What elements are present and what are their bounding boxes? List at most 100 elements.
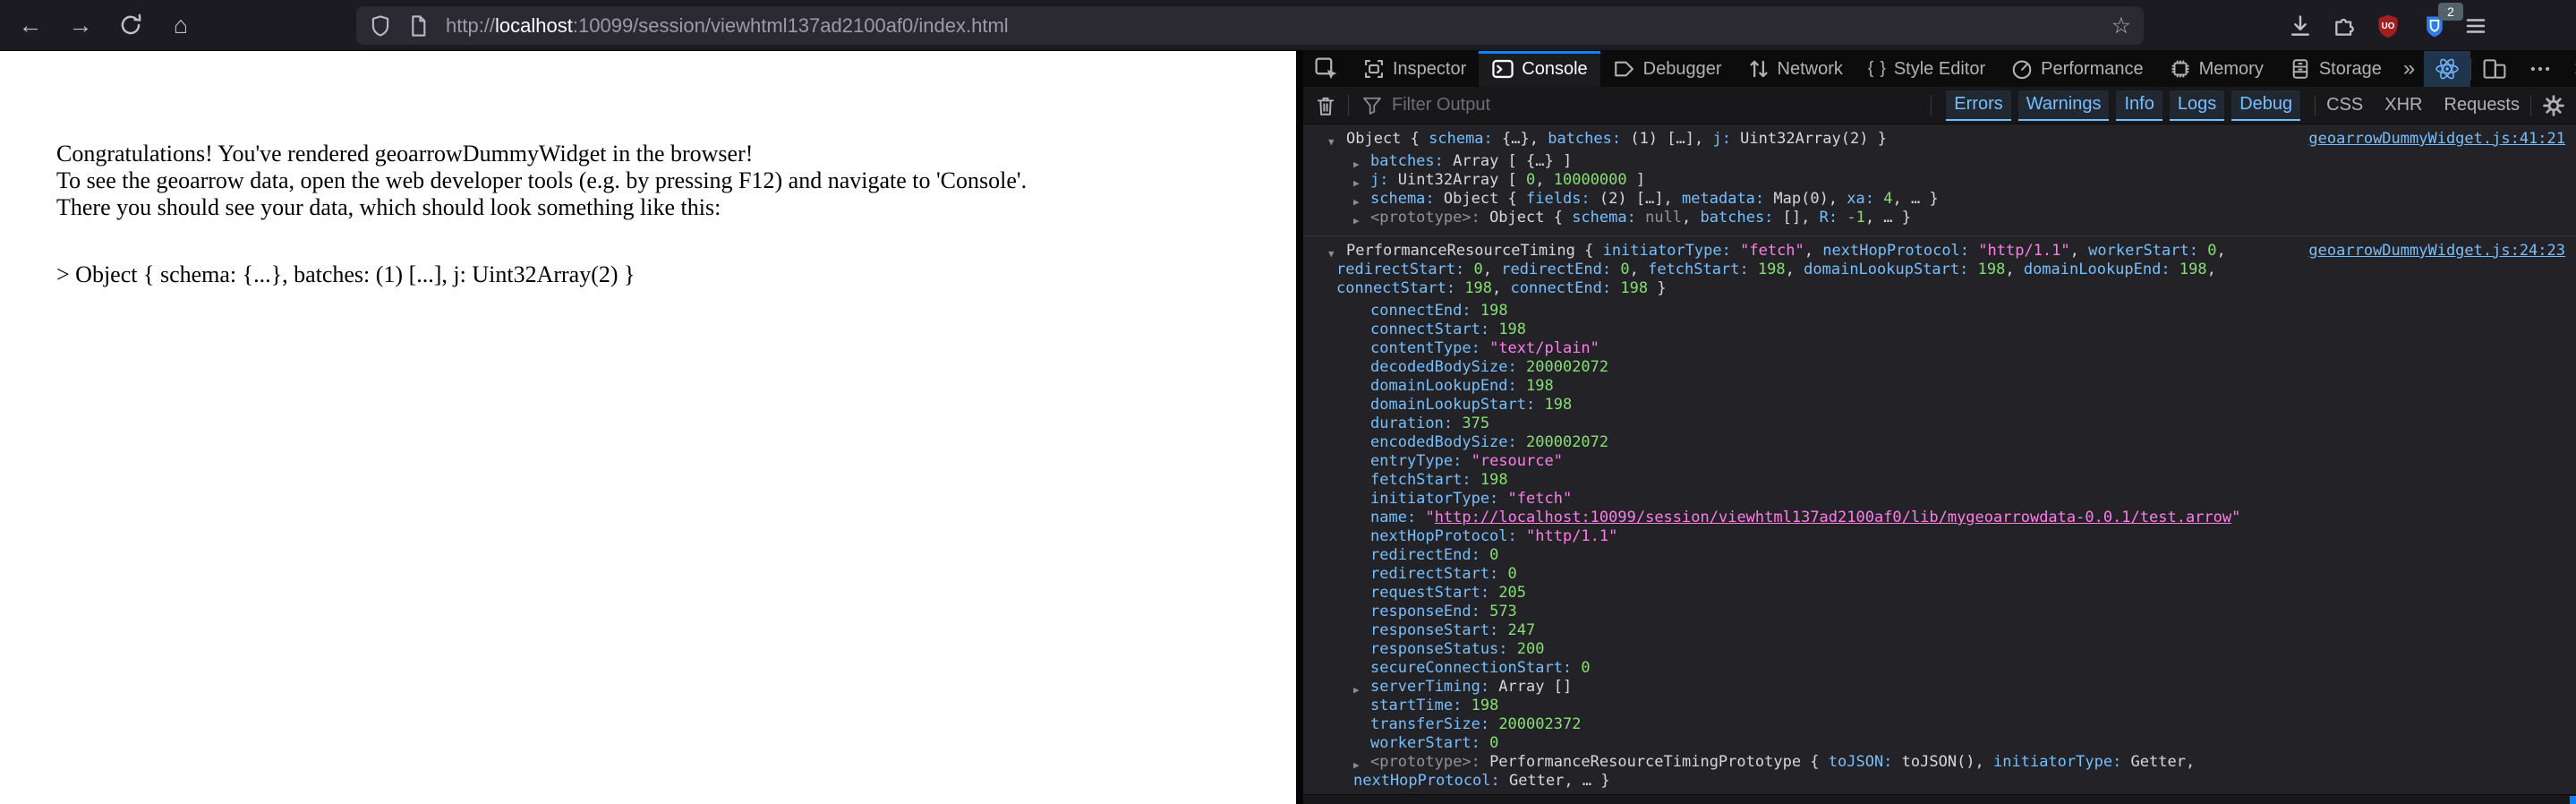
filter-warnings[interactable]: Warnings	[2017, 90, 2110, 121]
console-text: 198	[1620, 279, 1649, 297]
console-text: ,	[2216, 242, 2226, 260]
devtools-options-button[interactable]	[2518, 51, 2563, 87]
shield-icon[interactable]	[369, 14, 392, 38]
console-text: ,	[1804, 242, 1823, 260]
tab-memory[interactable]: Memory	[2156, 51, 2276, 87]
console-text: nextHopProtocol:	[1353, 772, 1500, 790]
memory-icon	[2171, 60, 2189, 78]
collapse-arrow-icon[interactable]: ▼	[1328, 133, 1335, 151]
console-log-line: ▶ j: Uint32Array [ 0, 10000000 ]	[1303, 171, 2576, 190]
browser-toolbar: ← → ⌂ http://localhost:10099/session/vie…	[0, 0, 2576, 51]
source-location-link[interactable]: geoarrowDummyWidget.js:41:21	[2308, 130, 2565, 149]
tab-performance[interactable]: Performance	[1998, 51, 2156, 87]
console-text: 0	[1473, 261, 1483, 278]
console-text: ,	[2206, 261, 2216, 278]
console-text: contentType:	[1370, 339, 1480, 357]
page-content: Congratulations! You've rendered geoarro…	[0, 51, 1296, 804]
bookmark-star-icon[interactable]: ☆	[2111, 13, 2131, 39]
trash-icon	[1317, 97, 1335, 115]
tab-console[interactable]: Console	[1479, 51, 1601, 87]
tab-storage[interactable]: Storage	[2276, 51, 2394, 87]
reload-button[interactable]	[113, 8, 149, 42]
filter-output-input[interactable]	[1390, 94, 1895, 116]
filter-requests[interactable]: Requests	[2434, 95, 2531, 115]
menu-button[interactable]	[2460, 10, 2492, 42]
filter-css[interactable]: CSS	[2316, 95, 2374, 115]
filter-info[interactable]: Info	[2116, 90, 2162, 121]
filter-errors[interactable]: Errors	[1946, 90, 2011, 121]
tab-label: Style Editor	[1893, 58, 1986, 79]
tab-inspector[interactable]: Inspector	[1350, 51, 1479, 87]
console-log-line: decodedBodySize: 200002072	[1303, 358, 2576, 377]
devtools-close-button[interactable]: ×	[2563, 51, 2576, 87]
console-log-entry: ▼ Object { schema: {…}, batches: (1) […],…	[1303, 124, 2576, 236]
resource-url-link[interactable]: http://localhost:10099/session/viewhtml1…	[1435, 509, 2231, 526]
page-info-icon[interactable]	[406, 14, 430, 38]
toolbar-separator	[1348, 94, 1349, 116]
filter-logs[interactable]: Logs	[2169, 90, 2225, 121]
tab-label: Console	[1522, 58, 1588, 79]
tab-debugger[interactable]: Debugger	[1600, 51, 1735, 87]
console-text: "http/1.1"	[1526, 527, 1618, 545]
filter-debug[interactable]: Debug	[2231, 90, 2301, 121]
devtools-splitter[interactable]	[1296, 51, 1303, 804]
home-button[interactable]: ⌂	[163, 8, 199, 42]
console-output[interactable]: ▼ Object { schema: {…}, batches: (1) […],…	[1303, 124, 2576, 794]
forward-button[interactable]: →	[63, 8, 98, 42]
tabbar-right-group: ×	[2424, 51, 2576, 87]
console-text: Getter, … }	[1499, 772, 1610, 790]
console-log-line: encodedBodySize: 200002072	[1303, 433, 2576, 452]
page-line-1: Congratulations! You've rendered geoarro…	[56, 141, 754, 167]
tab-style-editor[interactable]: { } Style Editor	[1855, 51, 1998, 87]
console-log-line: responseEnd: 573	[1303, 603, 2576, 621]
filter-xhr[interactable]: XHR	[2374, 95, 2433, 115]
console-text: PerformanceResourceTimingPrototype {	[1480, 753, 1829, 771]
console-text: redirectEnd:	[1370, 546, 1480, 564]
storage-icon	[2292, 59, 2308, 79]
console-log-line: redirectEnd: 0	[1303, 546, 2576, 565]
clear-console-button[interactable]	[1303, 94, 1348, 117]
inspector-icon	[1365, 60, 1383, 78]
pick-element-button[interactable]	[1303, 51, 1350, 87]
console-text: 0	[1489, 734, 1499, 752]
responsive-design-button[interactable]	[2471, 51, 2518, 87]
extensions-button[interactable]	[2329, 10, 2361, 42]
console-text: Uint32Array [	[1388, 171, 1527, 189]
tab-network[interactable]: Network	[1735, 51, 1855, 87]
console-input-row[interactable]	[1303, 794, 2576, 804]
console-log-line: connectStart: 198	[1303, 321, 2576, 339]
svg-text:UO: UO	[2382, 21, 2395, 31]
download-icon	[2291, 15, 2309, 36]
back-button[interactable]: ←	[13, 8, 48, 42]
console-text: domainLookupStart:	[1804, 261, 1969, 278]
console-text: xa:	[1847, 190, 1874, 208]
console-log-line: connectEnd: 198	[1303, 302, 2576, 321]
url-bar[interactable]: http://localhost:10099/session/viewhtml1…	[356, 6, 2144, 45]
devtools-panel: Inspector Console Debugger Network { } S…	[1303, 51, 2576, 804]
console-text: batches:	[1370, 152, 1444, 170]
console-settings-button[interactable]	[2531, 94, 2576, 117]
source-location-link[interactable]: geoarrowDummyWidget.js:24:23	[2308, 242, 2565, 261]
ublock-extension-button[interactable]: UO	[2372, 10, 2404, 42]
console-text: ,	[2005, 261, 2024, 278]
console-text: initiatorType:	[1993, 753, 2122, 771]
downloads-button[interactable]	[2284, 10, 2316, 42]
console-log-line: nextHopProtocol: "http/1.1"	[1303, 527, 2576, 546]
console-text: nextHopProtocol:	[1822, 242, 1970, 260]
atom-icon	[2435, 58, 2459, 80]
console-text: 4	[1883, 190, 1893, 208]
console-log-line: transferSize: 200002372	[1303, 715, 2576, 734]
more-tabs-button[interactable]: »	[2394, 51, 2424, 87]
framework-devtools-button[interactable]	[2424, 51, 2471, 87]
filter-funnel-icon	[1363, 97, 1381, 115]
expand-arrow-icon[interactable]: ▶	[1353, 211, 1360, 230]
